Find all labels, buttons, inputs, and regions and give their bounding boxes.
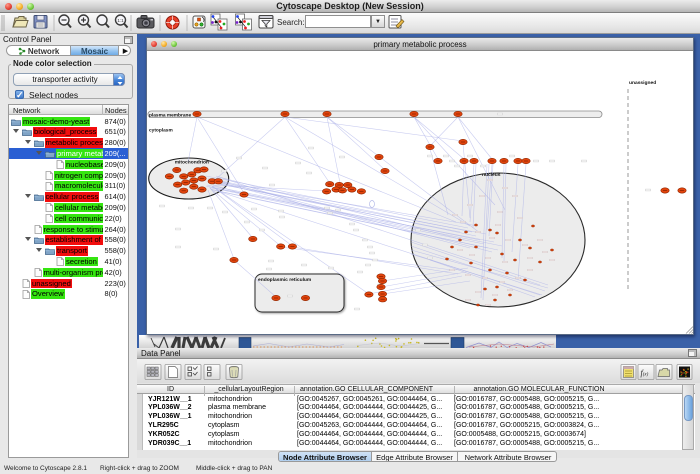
svg-text:endoplasmic reticulum: endoplasmic reticulum: [258, 277, 312, 283]
svg-text:unassigned: unassigned: [629, 80, 656, 86]
svg-text:1:1: 1:1: [117, 18, 124, 23]
svg-text:plasma membrane: plasma membrane: [149, 112, 191, 118]
svg-text:mitochondrion: mitochondrion: [175, 160, 209, 166]
svg-text:nucleus: nucleus: [482, 172, 501, 178]
svg-text:cytoplasm: cytoplasm: [149, 128, 173, 134]
